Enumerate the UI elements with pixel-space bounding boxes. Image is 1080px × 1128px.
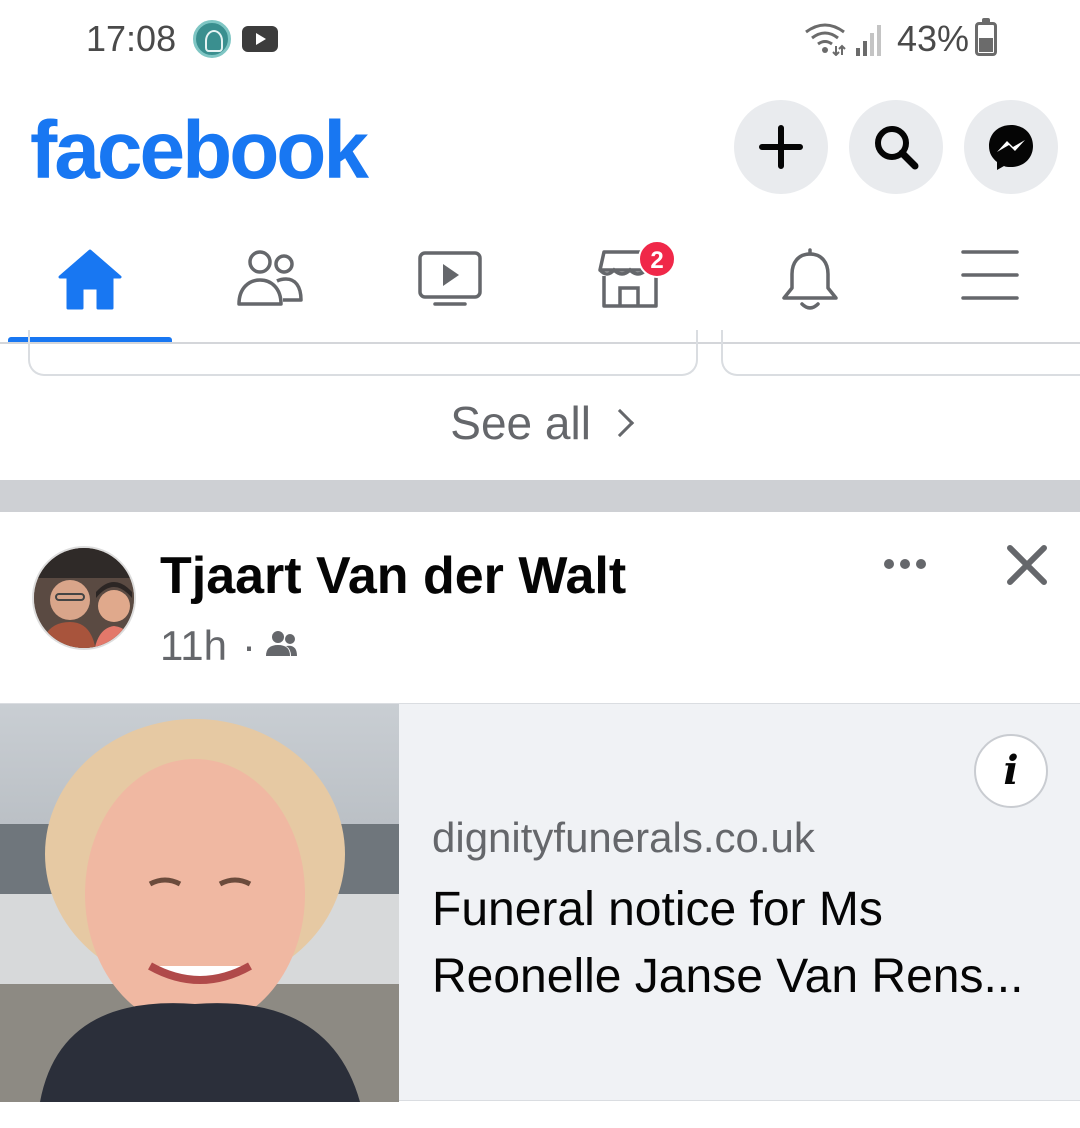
info-icon[interactable]: i xyxy=(974,734,1048,808)
hamburger-icon xyxy=(961,250,1019,300)
tab-watch[interactable] xyxy=(360,226,540,342)
post-author[interactable]: Tjaart Van der Walt xyxy=(160,546,626,606)
friends-audience-icon xyxy=(266,631,297,656)
youtube-icon xyxy=(242,26,278,52)
tab-menu[interactable] xyxy=(900,226,1080,342)
close-icon[interactable] xyxy=(1005,543,1049,587)
wifi-icon xyxy=(805,23,846,56)
link-preview-image xyxy=(0,704,399,1102)
chevron-right-icon xyxy=(605,408,634,438)
messenger-icon xyxy=(989,125,1033,170)
see-all-label: See all xyxy=(450,397,591,449)
battery-icon xyxy=(975,18,997,56)
avatar-photo xyxy=(34,548,134,648)
search-icon xyxy=(875,126,919,170)
link-title-line: Reonelle Janse Van Rens... xyxy=(432,950,1024,1003)
more-options-icon[interactable] xyxy=(880,546,930,582)
post-meta-separator: · xyxy=(242,622,256,669)
search-button[interactable] xyxy=(849,100,943,194)
tab-bar xyxy=(0,226,1080,343)
status-time: 17:08 xyxy=(86,18,177,59)
home-icon xyxy=(58,249,122,310)
link-title-line: Funeral notice for Ms xyxy=(432,883,883,936)
messenger-button[interactable] xyxy=(964,100,1058,194)
battery-percent: 43% xyxy=(897,18,970,59)
post-timestamp[interactable]: 11h xyxy=(160,622,227,670)
signal-icon xyxy=(856,25,881,56)
feed-separator xyxy=(0,480,1080,512)
facebook-logo[interactable]: facebook xyxy=(30,104,369,198)
status-bar: 17:08 43% xyxy=(0,0,1080,80)
see-all-link[interactable]: See all xyxy=(0,396,1080,450)
tab-marketplace[interactable] xyxy=(540,226,720,342)
link-domain: dignityfunerals.co.uk xyxy=(432,814,815,861)
tab-friends[interactable] xyxy=(180,226,360,342)
add-icon xyxy=(759,125,803,169)
story-card[interactable] xyxy=(28,330,698,376)
link-preview[interactable]: i dignityfunerals.co.uk Funeral notice f… xyxy=(0,703,1080,1102)
tree-app-icon xyxy=(193,20,231,58)
marketplace-badge: 2 xyxy=(638,240,676,278)
story-card[interactable] xyxy=(721,330,1080,376)
video-icon xyxy=(418,251,482,306)
friends-icon xyxy=(237,250,303,306)
link-title: Funeral notice for Ms Reonelle Janse Van… xyxy=(432,876,1062,1010)
bell-icon xyxy=(782,248,838,310)
avatar[interactable] xyxy=(32,546,136,650)
tab-notifications[interactable] xyxy=(720,226,900,342)
create-button[interactable] xyxy=(734,100,828,194)
tab-home[interactable] xyxy=(0,226,180,342)
